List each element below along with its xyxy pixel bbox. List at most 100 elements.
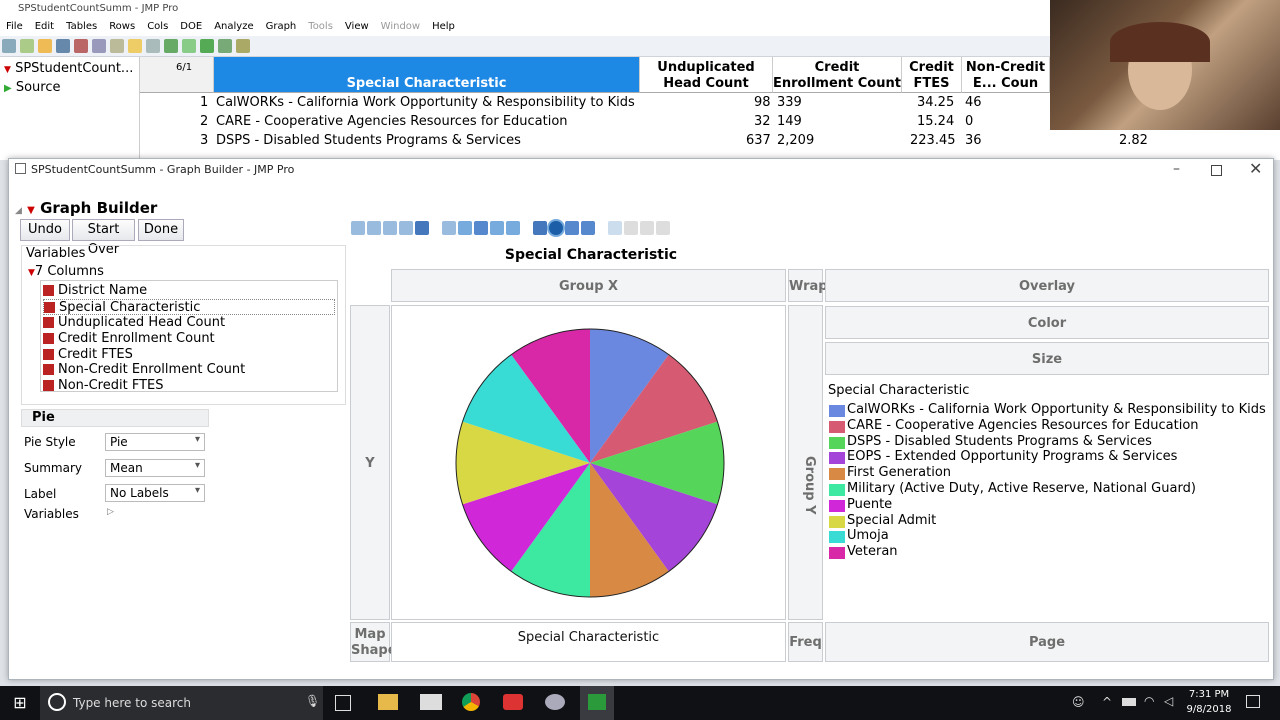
chrome-icon[interactable] (462, 693, 480, 711)
task-view-icon[interactable] (335, 695, 351, 711)
area-icon[interactable] (474, 221, 488, 235)
smoother-icon[interactable] (367, 221, 381, 235)
line-fit-icon[interactable] (383, 221, 397, 235)
color-zone[interactable]: Color (825, 306, 1269, 339)
histogram-icon[interactable] (506, 221, 520, 235)
maximize-icon[interactable] (1211, 165, 1222, 176)
pie-section-header[interactable]: Pie (21, 409, 209, 427)
mosaic-icon[interactable] (581, 221, 595, 235)
overlay-zone[interactable]: Overlay (825, 269, 1269, 302)
group-y-zone[interactable]: Group Y (788, 305, 823, 620)
start-over-button[interactable]: Start Over (72, 219, 135, 257)
wrap-zone[interactable]: Wrap (788, 269, 828, 302)
col-unduplicated-head-count[interactable]: Unduplicated Head Count (640, 57, 773, 93)
paste-icon[interactable] (110, 39, 124, 53)
y-zone[interactable]: Y (350, 305, 390, 620)
cut-icon[interactable] (74, 39, 88, 53)
app-icon-red[interactable] (503, 694, 523, 710)
menu-graph[interactable]: Graph (260, 19, 303, 34)
menu-cols[interactable]: Cols (141, 19, 174, 34)
brush-icon[interactable] (236, 39, 250, 53)
formula-icon[interactable] (624, 221, 638, 235)
table-icon[interactable] (128, 39, 142, 53)
undo-button[interactable]: Undo (20, 219, 70, 241)
menu-rows[interactable]: Rows (103, 19, 141, 34)
app-icon-gray[interactable] (545, 694, 565, 710)
clock-time[interactable]: 7:31 PM (1186, 689, 1232, 700)
red-triangle-icon[interactable]: ▼ (28, 268, 35, 278)
close-icon[interactable]: ✕ (1249, 159, 1262, 178)
action-center-icon[interactable] (1246, 695, 1260, 708)
arrow-icon[interactable] (182, 39, 196, 53)
save-icon[interactable] (56, 39, 70, 53)
layout-icon[interactable] (164, 39, 178, 53)
contour-icon[interactable] (415, 221, 429, 235)
box-plot-icon[interactable] (490, 221, 504, 235)
treemap-icon[interactable] (565, 221, 579, 235)
columns-header[interactable]: ▼7 Columns (28, 264, 104, 279)
menu-tools[interactable]: Tools (302, 19, 339, 34)
run-icon[interactable] (200, 39, 214, 53)
pie-icon[interactable] (549, 221, 563, 235)
table-panel-item[interactable]: ▼ SPStudentCount... (0, 61, 138, 79)
bar-icon[interactable] (458, 221, 472, 235)
network-icon[interactable]: ◠ (1144, 694, 1154, 708)
search-box[interactable]: Type here to search 🎙 (40, 686, 323, 720)
red-triangle-icon[interactable]: ▼ (4, 65, 11, 75)
menu-window[interactable]: Window (375, 19, 426, 34)
label-select[interactable]: No Labels (105, 484, 205, 502)
group-x-zone[interactable]: Group X (391, 269, 786, 302)
col-special-characteristic[interactable]: Special Characteristic (214, 57, 640, 93)
battery-icon[interactable] (1122, 698, 1136, 706)
menu-file[interactable]: File (0, 19, 29, 34)
menu-analyze[interactable]: Analyze (208, 19, 259, 34)
done-button[interactable]: Done (138, 219, 184, 241)
map-icon[interactable] (640, 221, 654, 235)
heatmap-icon[interactable] (533, 221, 547, 235)
menu-edit[interactable]: Edit (29, 19, 60, 34)
expand-arrow-icon[interactable]: ▷ (107, 507, 114, 517)
jmp-taskbar-button[interactable] (580, 686, 614, 720)
menu-help[interactable]: Help (426, 19, 461, 34)
menu-doe[interactable]: DOE (174, 19, 208, 34)
plot-area[interactable] (391, 305, 786, 620)
points-icon[interactable] (351, 221, 365, 235)
col-credit-ftes[interactable]: Credit FTES (902, 57, 962, 93)
microphone-icon[interactable]: 🎙 (305, 694, 320, 708)
crosshair-icon[interactable] (218, 39, 232, 53)
volume-icon[interactable]: ◁ (1164, 694, 1173, 708)
file-explorer-icon[interactable] (378, 694, 398, 710)
red-triangle-icon[interactable]: ▼ (27, 205, 35, 216)
summary-select[interactable]: Mean (105, 459, 205, 477)
ellipse-icon[interactable] (399, 221, 413, 235)
minimize-icon[interactable]: – (1173, 161, 1180, 177)
grid-icon[interactable] (146, 39, 160, 53)
size-zone[interactable]: Size (825, 342, 1269, 375)
new-table-icon[interactable] (2, 39, 16, 53)
table-row[interactable]: 3 DSPS - Disabled Students Programs & Ser… (140, 132, 1280, 151)
show-hidden-icons[interactable]: ^ (1102, 695, 1112, 709)
freq-zone[interactable]: Freq (788, 622, 823, 662)
x-axis-zone[interactable]: Special Characteristic (391, 622, 786, 662)
parallel-icon[interactable] (656, 221, 670, 235)
col-noncredit-count[interactable]: Non-Credit E... Coun (962, 57, 1050, 93)
line-icon[interactable] (442, 221, 456, 235)
legend-label: CalWORKs - California Work Opportunity &… (847, 402, 1266, 417)
new-script-icon[interactable] (20, 39, 34, 53)
caption-box-icon[interactable] (608, 221, 622, 235)
people-icon[interactable]: ☺ (1072, 695, 1085, 709)
mail-icon[interactable] (420, 694, 442, 710)
col-credit-enrollment-count[interactable]: Credit Enrollment Count (773, 57, 902, 93)
windows-start-icon[interactable]: ⊞ (0, 686, 40, 720)
copy-icon[interactable] (92, 39, 106, 53)
menu-tables[interactable]: Tables (60, 19, 103, 34)
column-special-characteristic[interactable]: Special Characteristic (43, 299, 335, 315)
map-shape-zone[interactable]: Map Shape (350, 622, 397, 662)
menu-view[interactable]: View (339, 19, 375, 34)
pie-style-select[interactable]: Pie (105, 433, 205, 451)
page-zone[interactable]: Page (825, 622, 1269, 662)
open-icon[interactable] (38, 39, 52, 53)
source-item[interactable]: ▶ Source (0, 80, 138, 98)
collapse-icon[interactable]: ◢ (15, 206, 22, 216)
clock-date[interactable]: 9/8/2018 (1186, 704, 1232, 715)
